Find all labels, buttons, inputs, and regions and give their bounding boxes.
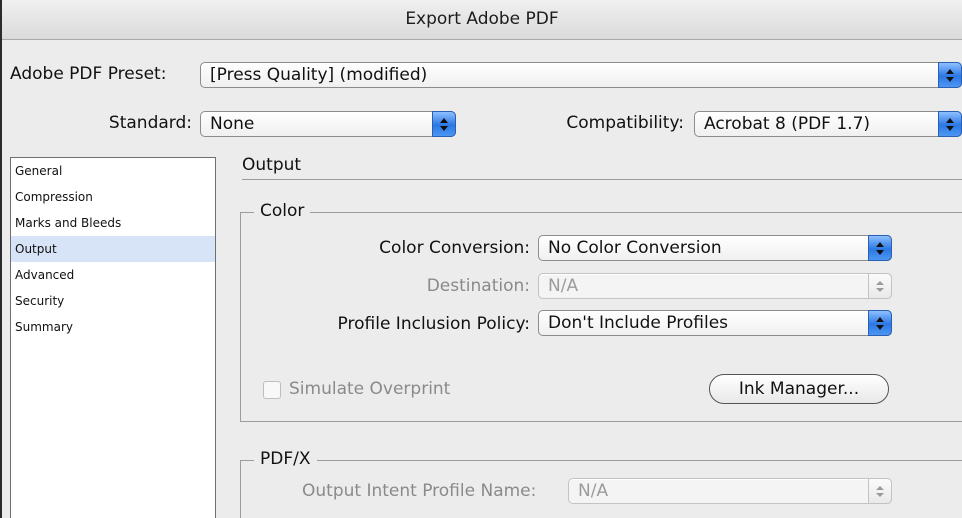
sidebar-item-advanced[interactable]: Advanced bbox=[11, 262, 215, 288]
sidebar-item-marks-and-bleeds[interactable]: Marks and Bleeds bbox=[11, 210, 215, 236]
sidebar-item-general[interactable]: General bbox=[11, 158, 215, 184]
popup-arrows-icon bbox=[938, 111, 962, 137]
color-group-legend: Color bbox=[254, 201, 311, 221]
sidebar-item-security[interactable]: Security bbox=[11, 288, 215, 314]
page-title: Output bbox=[242, 155, 302, 175]
popup-arrows-icon bbox=[868, 310, 892, 336]
output-intent-value: N/A bbox=[578, 481, 609, 501]
standard-popup[interactable]: None bbox=[200, 111, 456, 137]
compatibility-value: Acrobat 8 (PDF 1.7) bbox=[704, 114, 871, 134]
popup-arrows-icon bbox=[868, 478, 892, 504]
color-conversion-popup[interactable]: No Color Conversion bbox=[538, 235, 892, 261]
preset-popup[interactable]: [Press Quality] (modified) bbox=[200, 62, 962, 88]
standard-label: Standard: bbox=[108, 113, 192, 133]
profile-inclusion-value: Don't Include Profiles bbox=[548, 313, 729, 333]
window-title: Export Adobe PDF bbox=[2, 0, 962, 40]
standard-value: None bbox=[210, 114, 255, 134]
popup-arrows-icon bbox=[868, 235, 892, 261]
preset-value: [Press Quality] (modified) bbox=[210, 65, 428, 85]
sidebar-item-compression[interactable]: Compression bbox=[11, 184, 215, 210]
color-conversion-value: No Color Conversion bbox=[548, 238, 722, 258]
ink-manager-button[interactable]: Ink Manager... bbox=[709, 374, 889, 404]
profile-inclusion-popup[interactable]: Don't Include Profiles bbox=[538, 310, 892, 336]
popup-arrows-icon bbox=[432, 111, 456, 137]
compatibility-label: Compatibility: bbox=[566, 113, 684, 133]
color-conversion-label: Color Conversion: bbox=[379, 238, 530, 258]
pdfx-group-legend: PDF/X bbox=[254, 449, 317, 469]
destination-popup[interactable]: N/A bbox=[538, 273, 892, 299]
sidebar-item-output[interactable]: Output bbox=[11, 236, 215, 262]
simulate-overprint-checkbox[interactable] bbox=[263, 381, 281, 399]
preset-label: Adobe PDF Preset: bbox=[10, 64, 167, 84]
output-intent-popup[interactable]: N/A bbox=[568, 478, 892, 504]
popup-arrows-icon bbox=[938, 62, 962, 88]
export-pdf-dialog: Export Adobe PDF Adobe PDF Preset: [Pres… bbox=[0, 0, 962, 518]
popup-arrows-icon bbox=[868, 273, 892, 299]
title-divider bbox=[242, 179, 962, 180]
output-intent-label: Output Intent Profile Name: bbox=[302, 481, 537, 501]
destination-value: N/A bbox=[548, 276, 579, 296]
category-list: General Compression Marks and Bleeds Out… bbox=[10, 157, 216, 518]
simulate-overprint-label: Simulate Overprint bbox=[289, 379, 451, 399]
sidebar-item-summary[interactable]: Summary bbox=[11, 314, 215, 340]
destination-label: Destination: bbox=[426, 276, 530, 296]
profile-inclusion-label: Profile Inclusion Policy: bbox=[337, 314, 530, 334]
compatibility-popup[interactable]: Acrobat 8 (PDF 1.7) bbox=[694, 111, 962, 137]
